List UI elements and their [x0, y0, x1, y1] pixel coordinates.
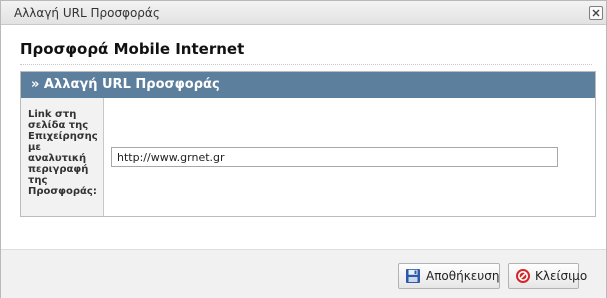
dialog-window: Αλλαγή URL Προσφοράς Προσφορά Mobile Int…: [0, 0, 607, 298]
save-button[interactable]: Αποθήκευση: [398, 263, 500, 289]
form-header: » Αλλαγή URL Προσφοράς: [21, 72, 595, 98]
url-field-label: Link στη σελίδα της Επιχείρησης με αναλυ…: [28, 109, 98, 197]
dialog-titlebar[interactable]: Αλλαγή URL Προσφοράς: [1, 1, 606, 25]
title-divider: [20, 64, 592, 65]
cancel-icon: [516, 269, 530, 283]
dialog-footer: Αποθήκευση Κλείσιμο: [1, 249, 606, 298]
dialog-title: Αλλαγή URL Προσφοράς: [14, 6, 160, 20]
offer-url-form: » Αλλαγή URL Προσφοράς Link στη σελίδα τ…: [20, 71, 596, 217]
close-button[interactable]: Κλείσιμο: [508, 263, 587, 289]
close-icon: [592, 9, 600, 17]
close-button-label: Κλείσιμο: [535, 269, 588, 283]
dialog-close-button[interactable]: [589, 6, 603, 20]
floppy-disk-icon: [406, 269, 420, 283]
page-title: Προσφορά Mobile Internet: [20, 40, 245, 58]
form-header-title: » Αλλαγή URL Προσφοράς: [31, 77, 220, 92]
field-label-cell: Link στη σελίδα της Επιχείρησης με αναλυ…: [21, 98, 104, 216]
offer-url-input[interactable]: [111, 147, 558, 167]
save-button-label: Αποθήκευση: [426, 269, 500, 283]
